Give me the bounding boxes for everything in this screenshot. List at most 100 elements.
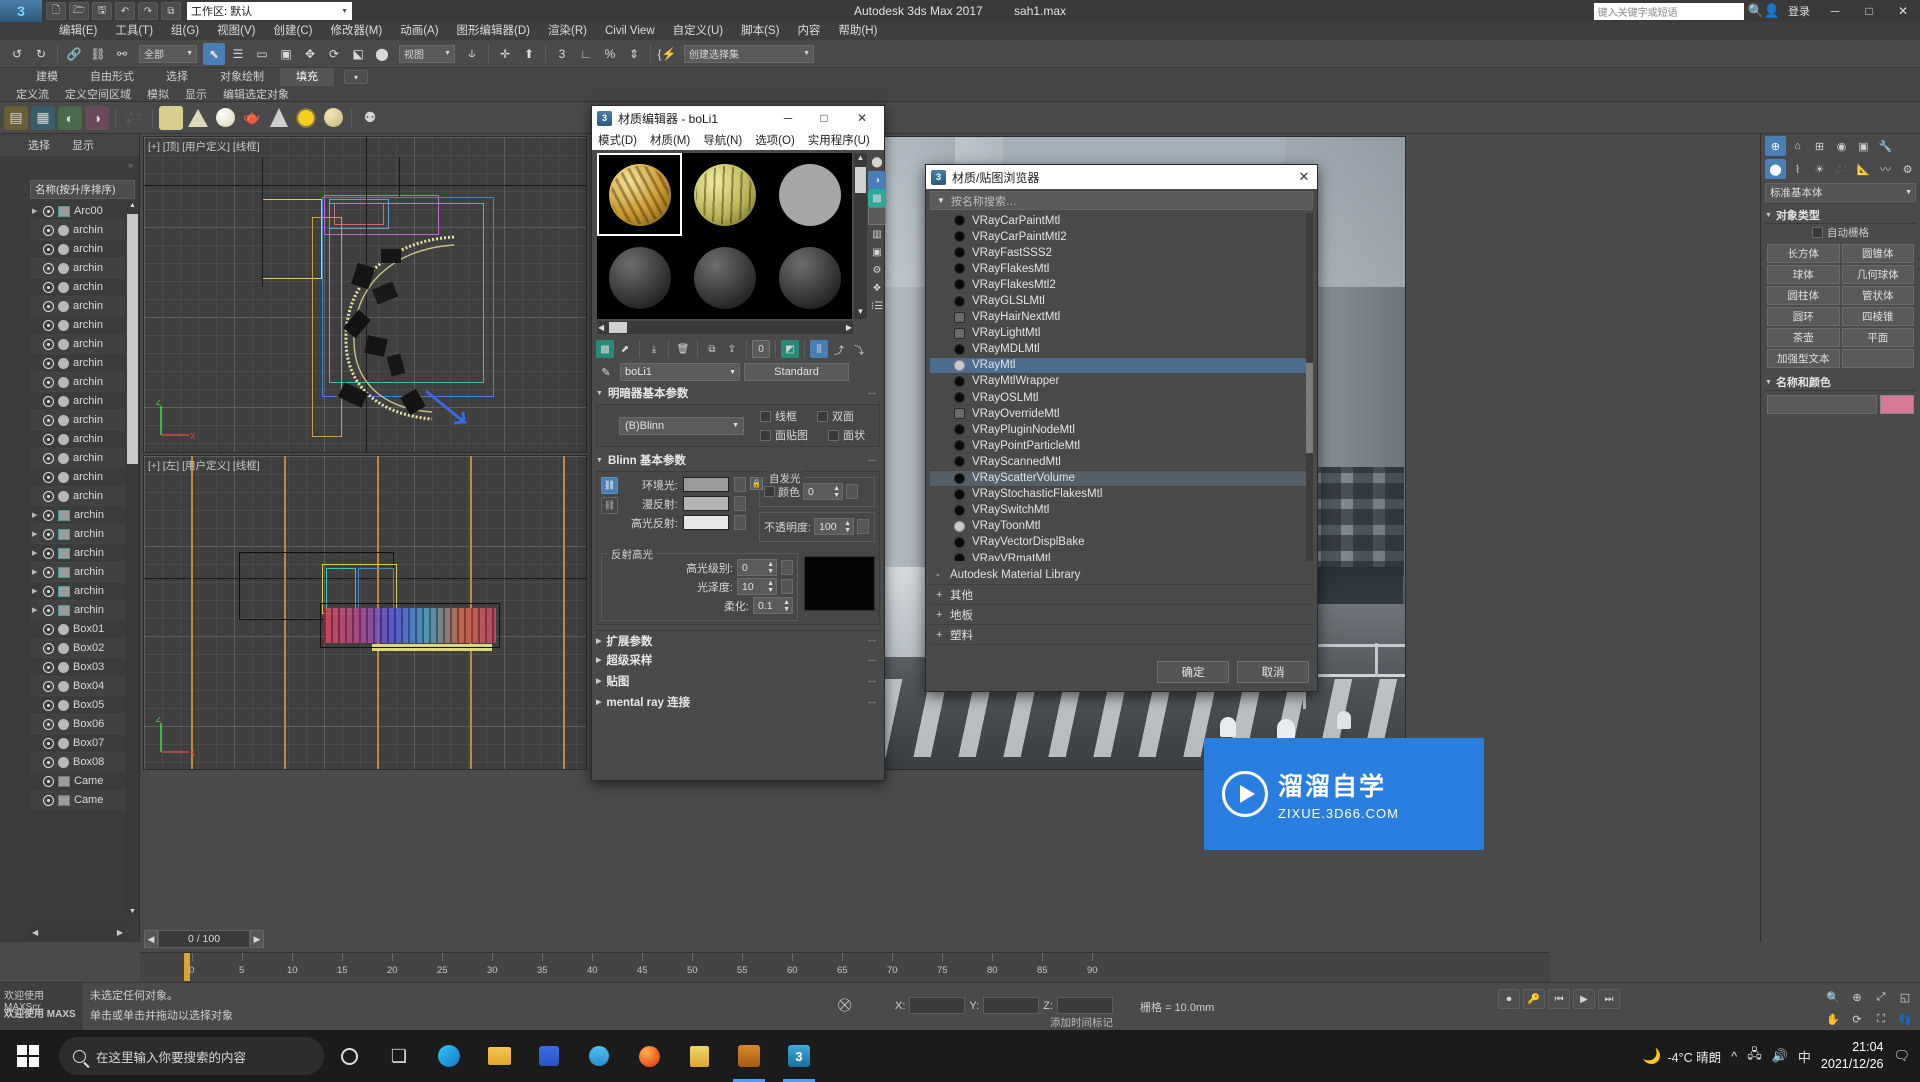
browser-category-row[interactable]: + 其他 [930, 585, 1313, 605]
time-prev-icon[interactable]: ◀ [144, 930, 158, 948]
tab-utilities[interactable]: 🔧 [1875, 136, 1896, 156]
chevron-right-icon[interactable]: » [128, 160, 133, 170]
sphere-gizmo-icon[interactable] [321, 106, 345, 130]
visibility-eye-icon[interactable] [43, 680, 54, 692]
pan-icon[interactable]: ✋ [1822, 1009, 1844, 1029]
scene-list-item[interactable]: archin [30, 259, 125, 278]
category-cameras[interactable]: 🎥 [1831, 159, 1852, 179]
tab-hierarchy[interactable]: ⊞ [1809, 136, 1830, 156]
scene-list-hscrollbar[interactable]: ◀ ▶ [30, 925, 125, 940]
scene-list-item[interactable]: ▶ archin [30, 525, 125, 544]
category-lights[interactable]: ☀ [1809, 159, 1830, 179]
background-checker-icon[interactable]: ▩ [868, 189, 886, 207]
select-rotate-icon[interactable]: ⟳ [323, 43, 345, 65]
me-maximize-button[interactable]: □ [806, 106, 842, 130]
me-menu-mode[interactable]: 模式(D) [598, 132, 637, 148]
open-file-icon[interactable]: 🗁 [69, 2, 89, 20]
sample-slot-4[interactable] [597, 236, 682, 319]
ribbon-subtab-area[interactable]: 定义空间区域 [57, 86, 139, 102]
volume-icon[interactable]: 🔊 [1772, 1048, 1788, 1064]
taskbar-search-input[interactable]: 在这里输入你要搜索的内容 [59, 1037, 324, 1075]
opacity-map-button[interactable] [857, 519, 870, 534]
viewport-top[interactable]: [+] [顶] [用户定义] [线框] Z X [143, 136, 587, 453]
scene-list-item[interactable]: ▶ archin [30, 544, 125, 563]
notes-app-icon[interactable] [674, 1030, 724, 1082]
scene-list-item[interactable]: Came [30, 791, 125, 810]
zoom-icon[interactable]: 🔍 [1822, 987, 1844, 1007]
set-icon[interactable]: ⧉ [161, 2, 181, 20]
sample-type-icon[interactable]: ⬤ [868, 153, 886, 171]
assign-to-selection-icon[interactable]: ⤓ [645, 340, 663, 358]
task-view-icon[interactable]: ❏ [374, 1030, 424, 1082]
file-explorer-icon[interactable] [474, 1030, 524, 1082]
scene-list-item[interactable]: archin [30, 278, 125, 297]
scene-list-item[interactable]: archin [30, 468, 125, 487]
scene-list-item[interactable]: archin [30, 316, 125, 335]
browser-category-row[interactable]: + 地板 [930, 605, 1313, 625]
visibility-eye-icon[interactable] [43, 433, 54, 445]
reset-map-icon[interactable]: 🗑 [674, 340, 692, 358]
slots-vertical-scrollbar[interactable]: ▲ ▼ [854, 153, 867, 319]
show-map-in-viewport-icon[interactable]: ◩ [781, 340, 799, 358]
browser-list-item[interactable]: VRayVectorDisplBake [930, 535, 1313, 551]
options-icon[interactable]: ⚙ [868, 261, 886, 279]
z-input[interactable] [1056, 997, 1113, 1014]
tab-display[interactable]: 显示 [72, 137, 94, 153]
help-search-input[interactable]: 键入关键字或短语 [1593, 2, 1744, 20]
show-end-result-icon[interactable]: ⫼ [810, 340, 828, 358]
btn-cylinder[interactable]: 圆柱体 [1767, 286, 1840, 305]
selfillum-spinner[interactable]: 0 ▲ ▼ [803, 483, 843, 500]
use-pivot-center-icon[interactable]: ⫝ [461, 43, 483, 65]
add-time-tag[interactable]: 添加时间标记 [1050, 1015, 1113, 1030]
browser-cancel-button[interactable]: 取消 [1237, 661, 1309, 683]
scroll-left-icon[interactable]: ◀ [598, 323, 604, 332]
visibility-eye-icon[interactable] [43, 794, 54, 806]
action-center-icon[interactable]: 🗨 [1893, 1048, 1910, 1064]
autogrid-row[interactable]: 自动栅格 [1765, 224, 1916, 241]
menu-item-content[interactable]: 内容 [788, 22, 829, 40]
qq-icon[interactable] [574, 1030, 624, 1082]
category-helpers[interactable]: 📐 [1853, 159, 1874, 179]
diffuse-specular-lock-icon[interactable]: ⛓ [601, 497, 618, 514]
scene-list-item[interactable]: archin [30, 411, 125, 430]
expand-arrow-icon[interactable]: ▶ [32, 606, 39, 614]
scene-list-item[interactable]: ▶ archin [30, 506, 125, 525]
triangle-down-icon[interactable]: ▼ [937, 196, 945, 205]
undo-icon[interactable]: ↶ [115, 2, 135, 20]
prev-frame-button[interactable]: ⏮ [1548, 989, 1570, 1009]
faceted-checkbox[interactable] [828, 429, 839, 441]
visibility-eye-icon[interactable] [43, 319, 54, 331]
me-menu-options[interactable]: 选项(O) [755, 132, 795, 148]
twosided-checkbox[interactable] [817, 410, 828, 422]
menu-item-rendering[interactable]: 渲染(R) [539, 22, 596, 40]
scene-list-item[interactable]: archin [30, 297, 125, 316]
name-color-header[interactable]: ▼ 名称和颜色 [1765, 374, 1916, 391]
login-button[interactable]: 登录 [1788, 3, 1810, 19]
visibility-eye-icon[interactable] [43, 376, 54, 388]
menu-item-edit[interactable]: 编辑(E) [50, 22, 106, 40]
rect-selection-icon[interactable]: ▭ [251, 43, 273, 65]
play-button[interactable]: ▶ [1573, 989, 1595, 1009]
browser-list-item[interactable]: VRayLightMtl [930, 326, 1313, 342]
box-primitive-icon[interactable] [159, 105, 183, 130]
time-next-icon[interactable]: ▶ [250, 930, 264, 948]
scene-list-item[interactable]: archin [30, 373, 125, 392]
put-to-library-icon[interactable]: ⇪ [723, 340, 741, 358]
taskbar-clock[interactable]: 21:04 2021/12/26 [1821, 1039, 1884, 1073]
browser-list-item[interactable]: VRayPluginNodeMtl [930, 422, 1313, 439]
ribbon-dropdown-icon[interactable]: ▾ [344, 70, 368, 84]
workspace-selector[interactable]: 工作区: 默认 ▼ [187, 2, 352, 20]
object-color-swatch[interactable] [1880, 395, 1914, 414]
scene-list-item[interactable]: archin [30, 335, 125, 354]
ribbon-tab-object-paint[interactable]: 对象绘制 [204, 68, 280, 86]
visibility-eye-icon[interactable] [43, 699, 54, 711]
select-scale-icon[interactable]: ⬕ [347, 43, 369, 65]
zoom-extents-icon[interactable]: ⤢ [1870, 987, 1892, 1007]
scene-list-scrollbar[interactable]: ▲ ▼ [126, 202, 139, 918]
ribbon-tab-populate[interactable]: 填充 [280, 68, 334, 86]
scene-object-list[interactable]: ▶ Arc00 archin archin archin archin archin arch… [30, 202, 125, 918]
btn-geosphere[interactable]: 几何球体 [1841, 265, 1914, 284]
browser-list-item[interactable]: VRayScannedMtl [930, 454, 1313, 471]
material-name-input[interactable]: boLi1 ▼ [620, 363, 740, 381]
browser-scrollbar[interactable] [1306, 213, 1313, 561]
